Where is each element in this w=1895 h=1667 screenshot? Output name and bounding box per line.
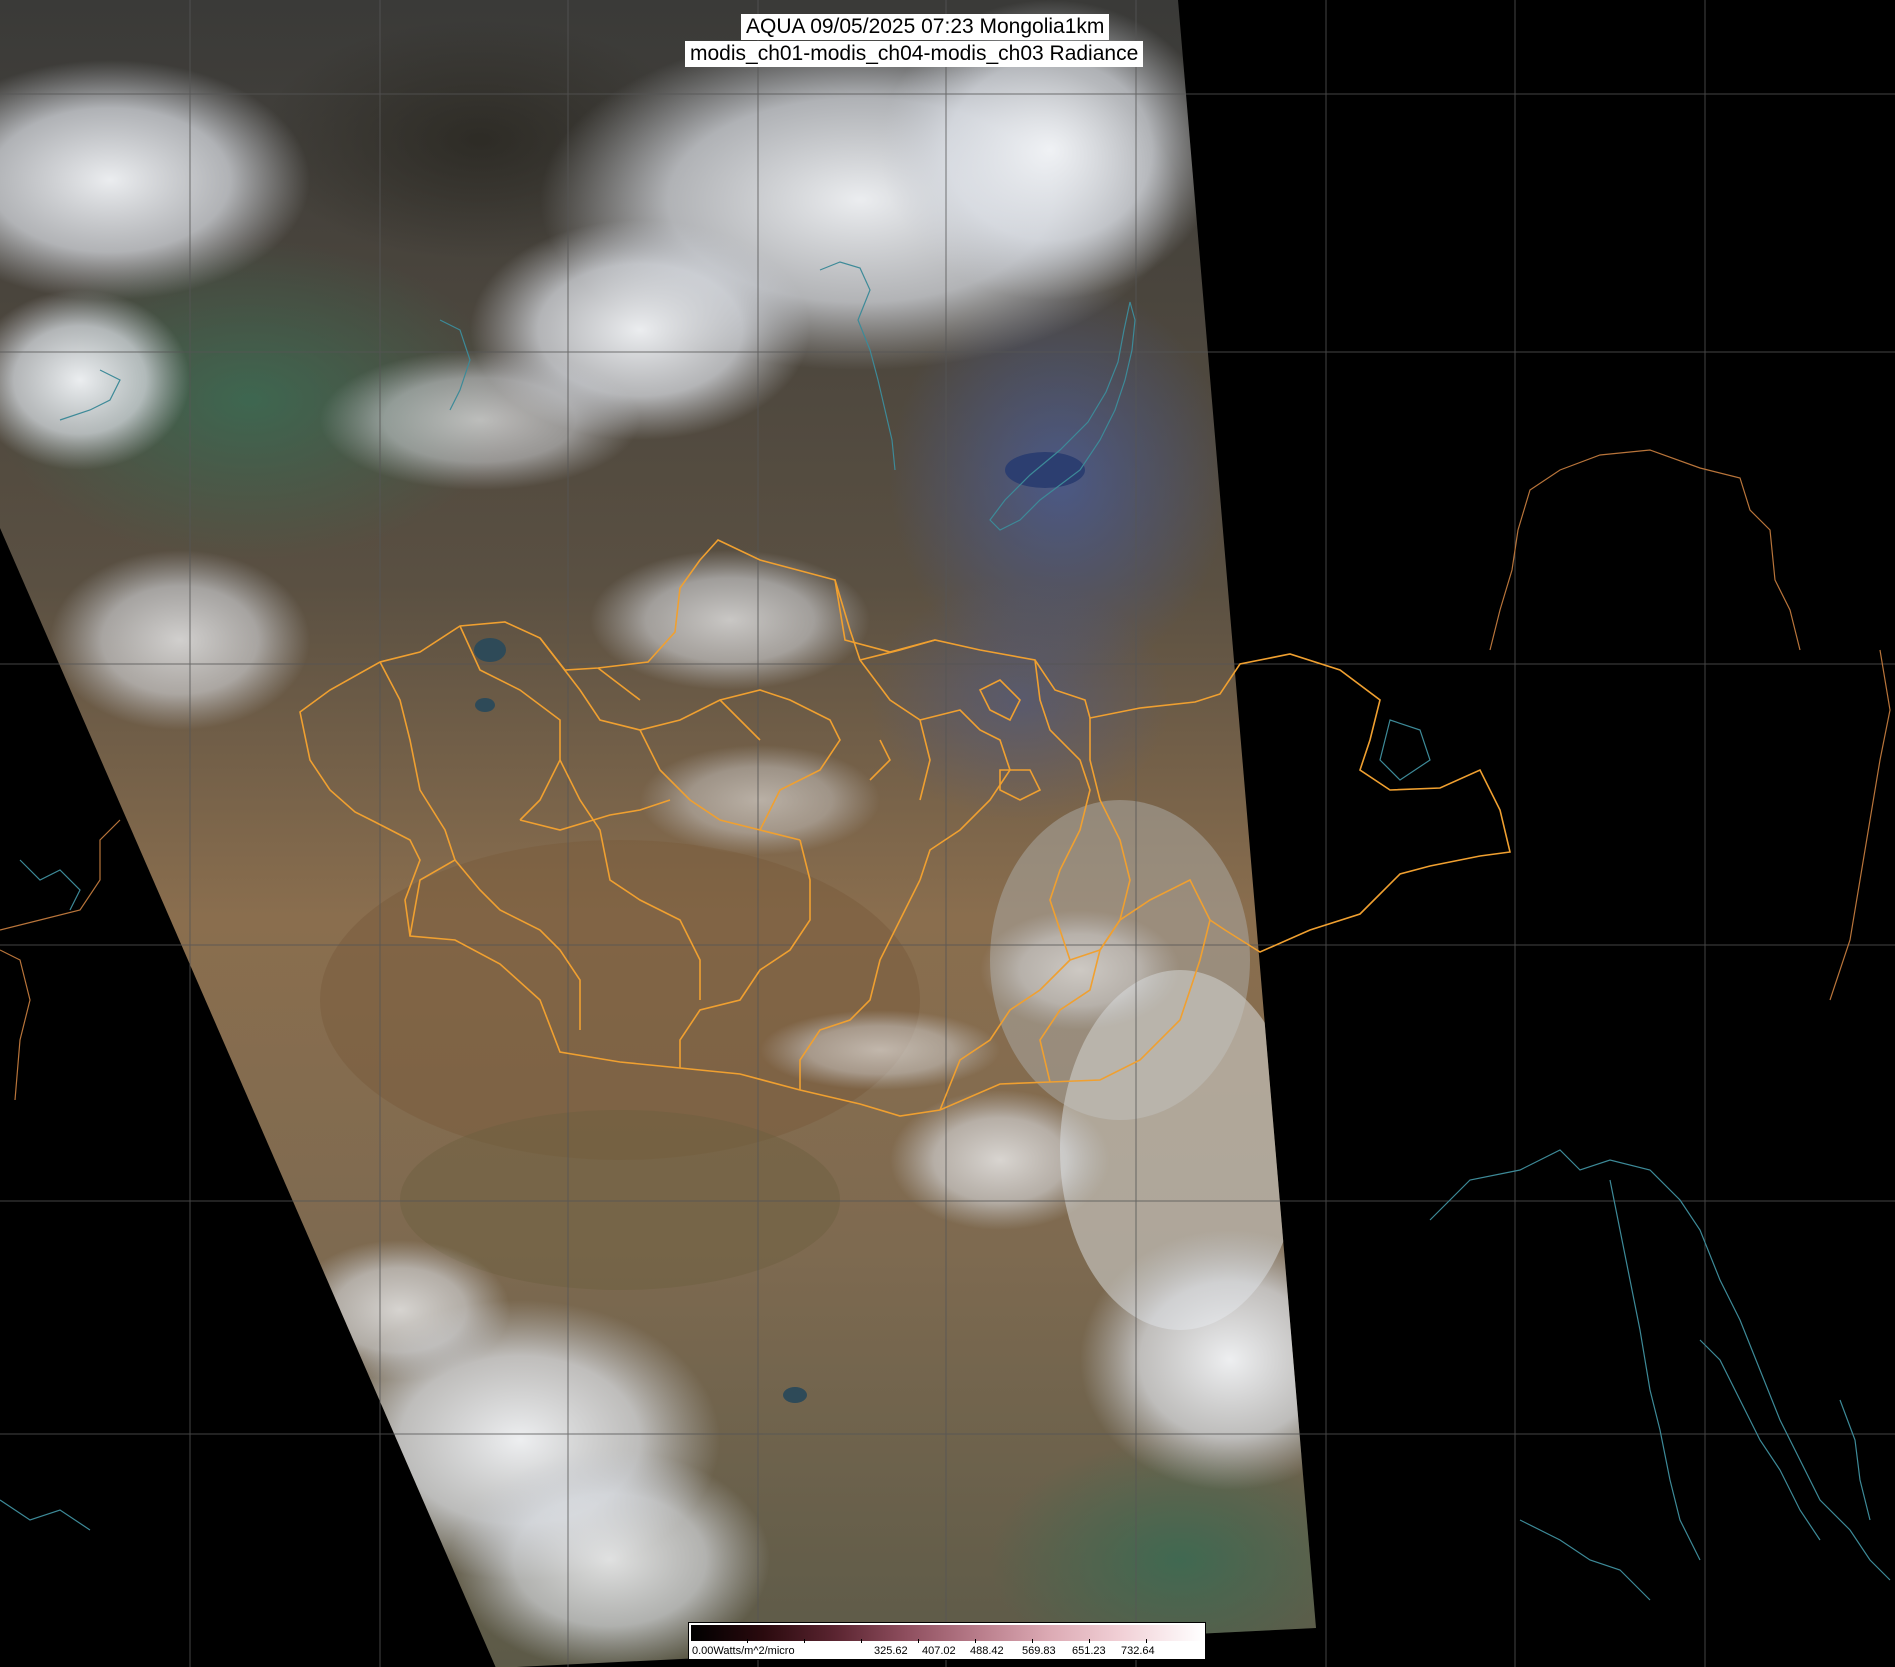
- image-title-line-2: modis_ch01-modis_ch04-modis_ch03 Radianc…: [685, 41, 1144, 67]
- satellite-swath-map: [0, 0, 1895, 1667]
- colorbar-tick-label: 569.83: [1022, 1645, 1056, 1657]
- colorbar-tick-label: 488.42: [970, 1645, 1004, 1657]
- satellite-image-viewer: AQUA 09/05/2025 07:23 Mongolia1km modis_…: [0, 0, 1895, 1667]
- colorbar-tick-label: 407.02: [922, 1645, 956, 1657]
- image-title-line-1: AQUA 09/05/2025 07:23 Mongolia1km: [741, 14, 1110, 40]
- satellite-swath: [0, 0, 1316, 1667]
- colorbar-labels: 0.00Watts/m^2/micro 325.62 407.02 488.42…: [689, 1643, 1203, 1659]
- colorbar-tick-label: 732.64: [1121, 1645, 1155, 1657]
- colorbar-tick-label: 651.23: [1072, 1645, 1106, 1657]
- radiance-colorbar: 0.00Watts/m^2/micro 325.62 407.02 488.42…: [688, 1622, 1206, 1660]
- colorbar-tick-label: 325.62: [874, 1645, 908, 1657]
- colorbar-unit-label: 0.00Watts/m^2/micro: [692, 1645, 795, 1657]
